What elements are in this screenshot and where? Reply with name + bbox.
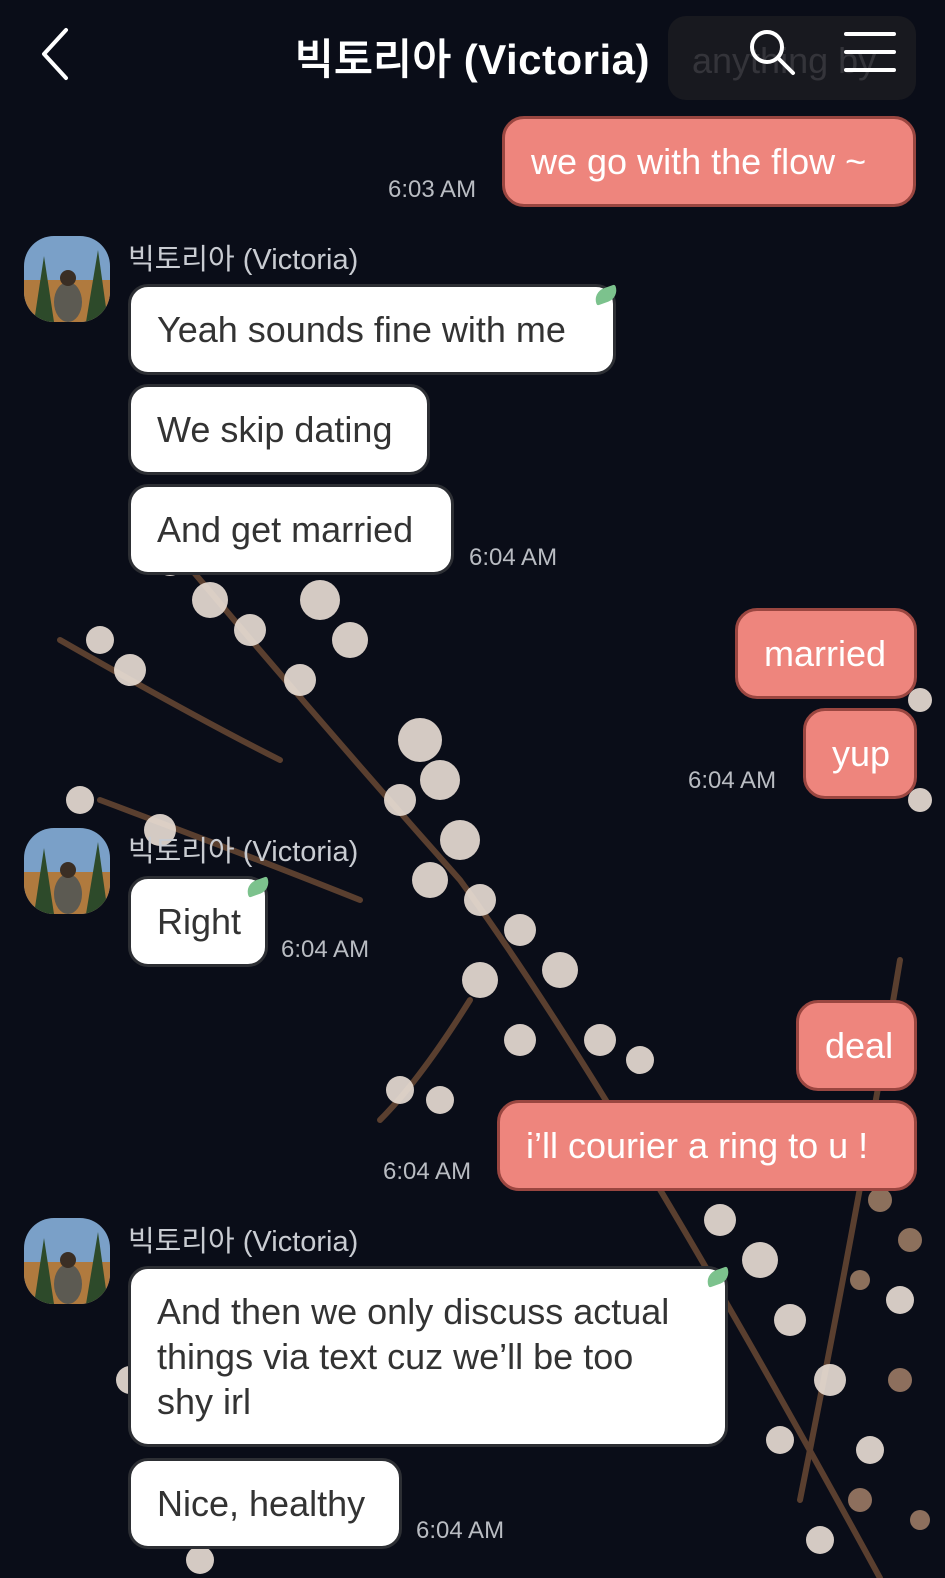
incoming-message-bubble[interactable]: And get married — [128, 484, 454, 575]
message-timestamp: 6:03 AM — [388, 176, 477, 203]
outgoing-message-bubble[interactable]: married — [735, 608, 917, 699]
avatar[interactable] — [24, 1218, 110, 1304]
chat-title: 빅토리아 (Victoria) — [295, 36, 650, 83]
message-timestamp: 6:04 AM — [688, 767, 777, 794]
sender-name: 빅토리아 (Victoria) — [128, 1226, 359, 1258]
search-icon[interactable] — [748, 28, 796, 76]
outgoing-message-bubble[interactable]: yup — [803, 708, 917, 799]
message-timestamp: 6:04 AM — [469, 544, 558, 571]
avatar[interactable] — [24, 828, 110, 914]
outgoing-message-bubble[interactable]: we go with the flow ~ — [502, 116, 916, 207]
incoming-message-bubble[interactable]: And then we only discuss actual things v… — [128, 1266, 728, 1447]
incoming-message-bubble[interactable]: We skip dating — [128, 384, 430, 475]
hamburger-menu-icon[interactable] — [844, 30, 896, 74]
avatar[interactable] — [24, 236, 110, 322]
message-timestamp: 6:04 AM — [281, 936, 370, 963]
incoming-message-bubble[interactable]: Yeah sounds fine with me — [128, 284, 616, 375]
chat-header: anything by 빅토리아 (Victoria) — [0, 0, 945, 110]
message-timestamp: 6:04 AM — [383, 1158, 472, 1185]
sender-name: 빅토리아 (Victoria) — [128, 244, 359, 276]
outgoing-message-bubble[interactable]: i’ll courier a ring to u ! — [497, 1100, 917, 1191]
sender-name: 빅토리아 (Victoria) — [128, 836, 359, 868]
incoming-message-bubble[interactable]: Nice, healthy — [128, 1458, 402, 1549]
outgoing-message-bubble[interactable]: deal — [796, 1000, 917, 1091]
message-timestamp: 6:04 AM — [416, 1517, 505, 1544]
